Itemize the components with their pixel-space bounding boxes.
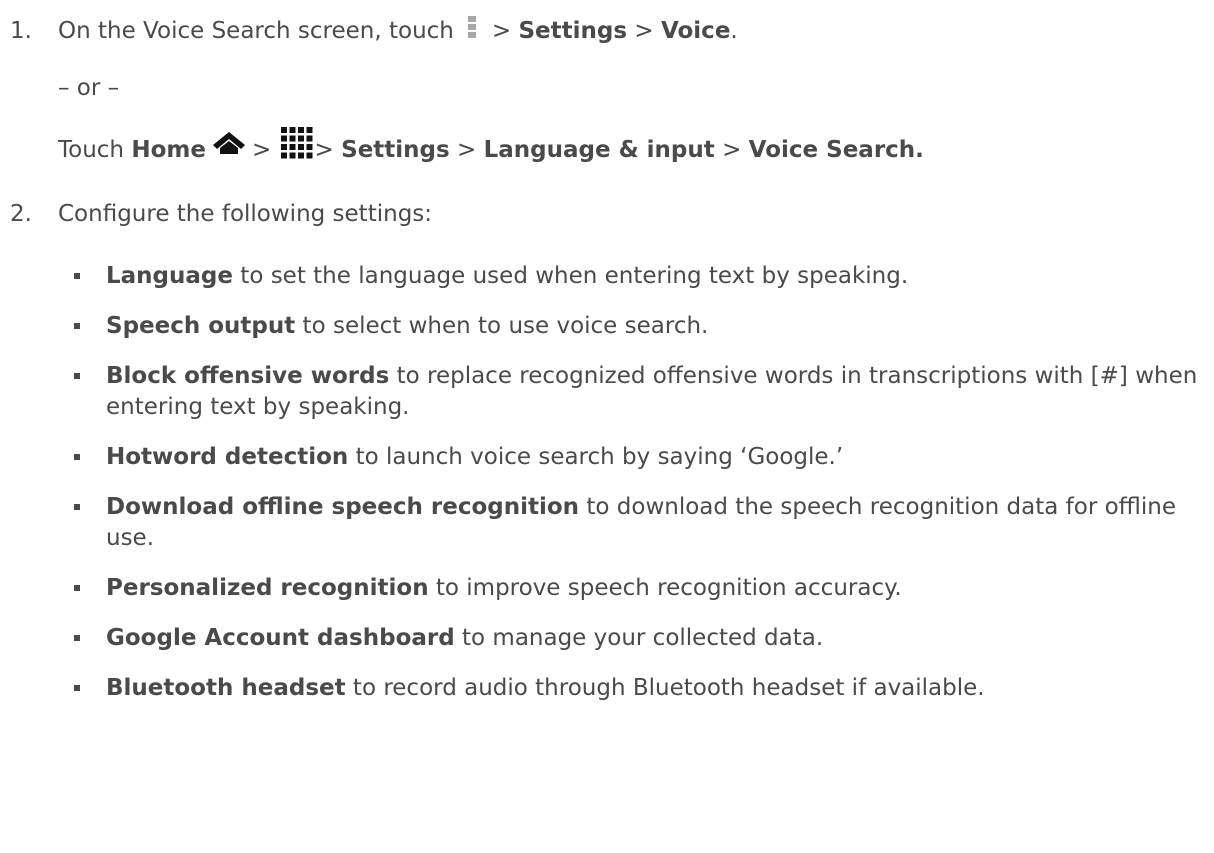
bullet-icon xyxy=(74,323,80,329)
bullet-icon xyxy=(74,373,80,379)
alternative-path: Touch Home > > Settings > Language & inpu… xyxy=(58,127,924,171)
or-separator: – or – xyxy=(58,75,120,101)
step-1-text: On the Voice Search screen, touch > Setti… xyxy=(58,15,738,47)
voice-label: Voice xyxy=(660,18,731,44)
bullet-icon xyxy=(74,685,80,691)
settings-label: Settings xyxy=(341,137,450,163)
list-item: Personalized recognition to improve spee… xyxy=(58,573,1208,604)
list-item: Language to set the language used when e… xyxy=(58,261,1208,292)
bullet-icon xyxy=(74,273,80,279)
home-icon xyxy=(212,131,246,164)
list-item: Block offensive words to replace recogni… xyxy=(58,361,1208,423)
list-item: Google Account dashboard to manage your … xyxy=(58,623,1208,654)
language-input-label: Language & input xyxy=(483,137,715,163)
step-2: 2. Configure the following settings: xyxy=(10,199,432,230)
step-number: 2. xyxy=(10,201,32,227)
voice-search-label: Voice Search. xyxy=(748,137,924,163)
bullet-icon xyxy=(74,454,80,460)
step-2-text: Configure the following settings: xyxy=(58,201,433,227)
list-item: Download offline speech recognition to d… xyxy=(58,492,1208,554)
settings-label: Settings xyxy=(518,18,628,44)
step-1: 1. On the Voice Search screen, touch > Se… xyxy=(10,15,738,47)
bullet-icon xyxy=(74,504,80,510)
settings-list: Language to set the language used when e… xyxy=(58,261,1208,723)
menu-icon xyxy=(467,15,476,42)
home-label: Home xyxy=(131,137,206,163)
list-item: Hotword detection to launch voice search… xyxy=(58,442,1208,473)
list-item: Bluetooth headset to record audio throug… xyxy=(58,673,1208,704)
apps-grid-icon xyxy=(280,127,313,168)
step-number: 1. xyxy=(10,18,32,44)
list-item: Speech output to select when to use voic… xyxy=(58,311,1208,342)
bullet-icon xyxy=(74,585,80,591)
bullet-icon xyxy=(74,635,80,641)
